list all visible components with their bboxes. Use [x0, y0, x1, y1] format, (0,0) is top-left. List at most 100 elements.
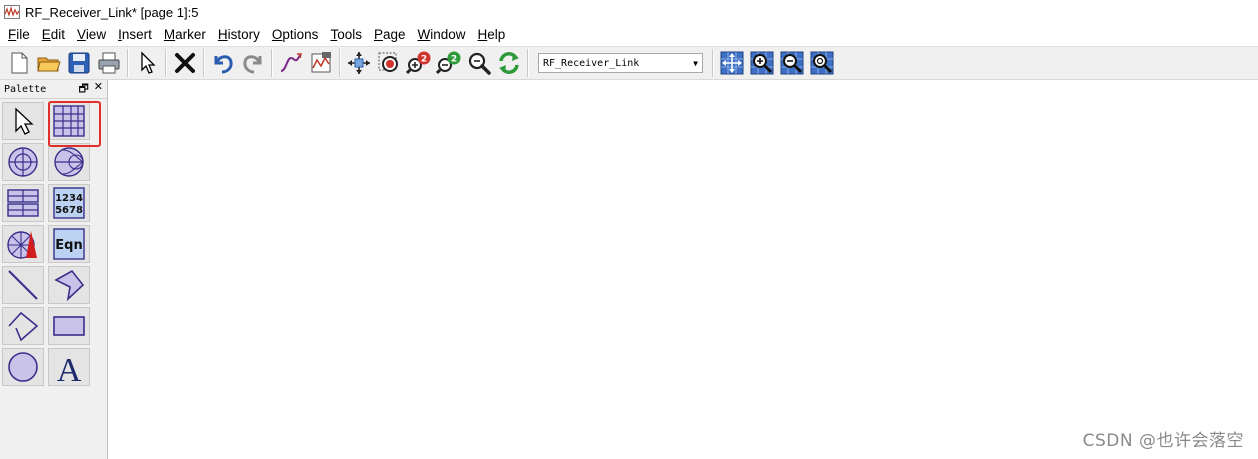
- new-page-icon: [11, 52, 28, 74]
- zoom-out-2-icon: 2: [436, 51, 461, 75]
- zoom-reset-button[interactable]: [464, 48, 494, 78]
- svg-text:2: 2: [451, 55, 457, 65]
- equation-label: Eqn: [55, 238, 82, 253]
- zoom-in-2-icon: 2: [406, 51, 431, 75]
- text-tool-letter: A: [57, 352, 82, 384]
- palette-polar-plot-tool[interactable]: [2, 143, 44, 181]
- redo-button[interactable]: [238, 48, 268, 78]
- menu-file[interactable]: File: [2, 25, 36, 45]
- refresh-button[interactable]: [494, 48, 524, 78]
- palette-header: Palette 🗗 ✕: [0, 80, 107, 99]
- menu-view[interactable]: View: [71, 25, 112, 45]
- zoom-box-icon: [378, 52, 398, 72]
- number-stack-top: 1234: [55, 193, 83, 204]
- view-zoom-fit-icon: [810, 51, 834, 75]
- palette-circle-tool[interactable]: [2, 348, 44, 386]
- palette-polyline-tool[interactable]: [2, 307, 44, 345]
- float-window-icon[interactable]: 🗗: [78, 80, 88, 99]
- palette-antenna-plot-tool[interactable]: [2, 225, 44, 263]
- redo-icon: [243, 55, 262, 74]
- pan-view-icon: [720, 51, 744, 75]
- text-draw-icon: A: [57, 352, 82, 384]
- curve-icon: [280, 53, 302, 72]
- toolbar: 2 2 RF_Receiver_Link ▼: [0, 46, 1258, 80]
- polyline-draw-icon: [8, 311, 39, 342]
- undo-button[interactable]: [208, 48, 238, 78]
- rectangle-draw-icon: [53, 316, 85, 336]
- delete-icon: [175, 53, 195, 73]
- toolbar-separator: [165, 49, 167, 77]
- save-button[interactable]: [64, 48, 94, 78]
- select-pointer-icon: [141, 51, 156, 74]
- select-button[interactable]: [132, 48, 162, 78]
- app-window: RF_Receiver_Link* [page 1]:5 File Edit V…: [0, 0, 1258, 459]
- chevron-down-icon: ▼: [693, 58, 698, 68]
- stack-numbers-icon: 1234 5678: [53, 187, 85, 219]
- view-zoom-out-icon: [780, 51, 804, 75]
- pan-view-button[interactable]: [717, 48, 747, 78]
- palette-list-table-tool[interactable]: [2, 184, 44, 222]
- watermark: CSDN @也许会落空: [1082, 431, 1244, 451]
- window-title: RF_Receiver_Link* [page 1]:5: [25, 4, 199, 20]
- palette-rectangle-tool[interactable]: [48, 307, 90, 345]
- save-icon: [68, 52, 90, 74]
- arrow-pointer-icon: [15, 107, 34, 135]
- dataset-select-value: RF_Receiver_Link: [543, 57, 640, 69]
- undo-icon: [214, 55, 233, 74]
- menu-marker[interactable]: Marker: [158, 25, 212, 45]
- menu-history[interactable]: History: [212, 25, 266, 45]
- polar-plot-icon: [8, 147, 38, 177]
- view-zoom-in-button[interactable]: [747, 48, 777, 78]
- view-zoom-fit-button[interactable]: [807, 48, 837, 78]
- palette-line-tool[interactable]: [2, 266, 44, 304]
- svg-text:2: 2: [421, 55, 427, 65]
- move-icon: [348, 52, 370, 74]
- menu-edit[interactable]: Edit: [36, 25, 71, 45]
- plot-properties-button[interactable]: [306, 48, 336, 78]
- menu-insert[interactable]: Insert: [112, 25, 158, 45]
- list-table-icon: [7, 189, 39, 217]
- open-button[interactable]: [34, 48, 64, 78]
- menu-bar: File Edit View Insert Marker History Opt…: [0, 24, 1258, 46]
- refresh-icon: [499, 52, 519, 74]
- dataset-select[interactable]: RF_Receiver_Link ▼: [538, 53, 703, 73]
- palette-controls: 🗗 ✕: [78, 80, 103, 99]
- menu-tools[interactable]: Tools: [324, 25, 368, 45]
- move-button[interactable]: [344, 48, 374, 78]
- page-canvas[interactable]: [109, 80, 1258, 459]
- title-bar: RF_Receiver_Link* [page 1]:5: [0, 0, 1258, 24]
- new-page-button[interactable]: [4, 48, 34, 78]
- open-folder-icon: [37, 57, 61, 72]
- palette-title: Palette: [4, 83, 47, 95]
- smith-chart-icon: [54, 147, 84, 177]
- polygon-draw-icon: [54, 269, 85, 302]
- antenna-plot-icon: [7, 231, 37, 259]
- menu-window[interactable]: Window: [412, 25, 472, 45]
- zoom-box-button[interactable]: [374, 48, 404, 78]
- toolbar-separator: [127, 49, 129, 77]
- waveform-icon: [4, 5, 20, 19]
- palette-select-tool[interactable]: [2, 102, 44, 140]
- menu-page[interactable]: Page: [368, 25, 412, 45]
- zoom-in-2-button[interactable]: 2: [404, 48, 434, 78]
- toolbar-separator: [339, 49, 341, 77]
- print-button[interactable]: [94, 48, 124, 78]
- delete-button[interactable]: [170, 48, 200, 78]
- toolbar-separator: [203, 49, 205, 77]
- palette-polygon-tool[interactable]: [48, 266, 90, 304]
- palette-text-tool[interactable]: A: [48, 348, 90, 386]
- close-icon[interactable]: ✕: [94, 80, 103, 99]
- palette-smith-chart-tool[interactable]: [48, 143, 90, 181]
- menu-options[interactable]: Options: [266, 25, 325, 45]
- palette-stack-numbers-tool[interactable]: 1234 5678: [48, 184, 90, 222]
- curve-button[interactable]: [276, 48, 306, 78]
- palette-equation-tool[interactable]: Eqn: [48, 225, 90, 263]
- view-zoom-in-icon: [750, 51, 774, 75]
- view-zoom-out-button[interactable]: [777, 48, 807, 78]
- circle-draw-icon: [8, 352, 38, 382]
- menu-help[interactable]: Help: [472, 25, 512, 45]
- number-stack-bottom: 5678: [55, 205, 83, 216]
- zoom-out-2-button[interactable]: 2: [434, 48, 464, 78]
- selected-tool-highlight: [48, 101, 101, 147]
- zoom-reset-icon: [468, 52, 491, 75]
